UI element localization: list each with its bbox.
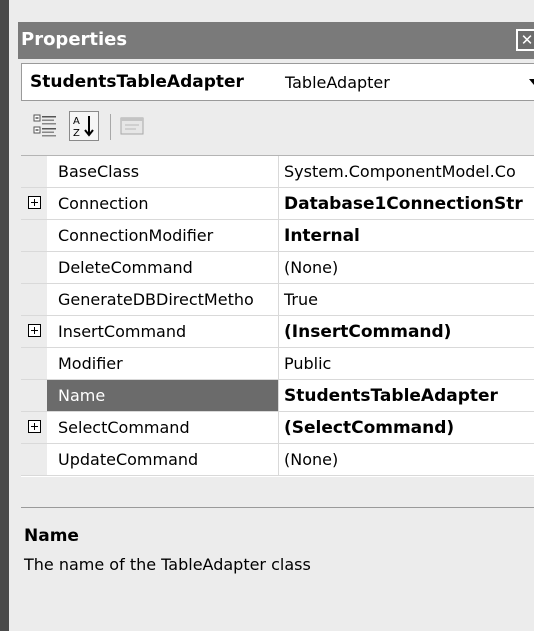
property-name: DeleteCommand bbox=[58, 258, 193, 277]
property-value[interactable]: (InsertCommand) bbox=[278, 316, 534, 347]
row-gutter bbox=[21, 316, 47, 347]
property-name: UpdateCommand bbox=[58, 450, 199, 469]
property-row[interactable]: ConnectionModifier Internal bbox=[21, 220, 534, 252]
property-value[interactable]: Internal bbox=[278, 220, 534, 251]
svg-text:A: A bbox=[73, 116, 80, 127]
chevron-down-icon[interactable] bbox=[529, 79, 534, 85]
window-title: Properties bbox=[21, 29, 128, 50]
property-grid: BaseClass System.ComponentModel.Co Connect… bbox=[21, 155, 534, 477]
property-value[interactable]: (None) bbox=[278, 252, 534, 283]
properties-window: Properties ✕ StudentsTableAdapter TableA… bbox=[0, 0, 534, 631]
property-name: Name bbox=[47, 380, 278, 411]
property-value[interactable]: (SelectCommand) bbox=[278, 412, 534, 443]
property-name: InsertCommand bbox=[58, 322, 187, 341]
title-bar[interactable]: Properties ✕ bbox=[18, 22, 534, 59]
description-pane: Name The name of the TableAdapter class bbox=[21, 507, 534, 631]
property-value[interactable]: StudentsTableAdapter bbox=[278, 380, 534, 411]
property-name: BaseClass bbox=[58, 162, 140, 181]
object-selector-dropdown[interactable]: StudentsTableAdapter TableAdapter bbox=[21, 63, 534, 101]
property-name: Modifier bbox=[58, 354, 123, 373]
property-row[interactable]: SelectCommand (SelectCommand) bbox=[21, 412, 534, 444]
row-gutter bbox=[21, 444, 47, 475]
alphabetical-button[interactable]: A Z bbox=[69, 111, 99, 141]
row-gutter bbox=[21, 412, 47, 443]
property-row[interactable]: DeleteCommand (None) bbox=[21, 252, 534, 284]
property-row[interactable]: GenerateDBDirectMetho True bbox=[21, 284, 534, 316]
property-value[interactable]: (None) bbox=[278, 444, 534, 475]
property-row[interactable]: Name StudentsTableAdapter bbox=[21, 380, 534, 412]
object-type: TableAdapter bbox=[285, 73, 390, 92]
expand-plus-icon[interactable] bbox=[28, 420, 41, 433]
close-button[interactable]: ✕ bbox=[516, 29, 534, 51]
property-row[interactable]: UpdateCommand (None) bbox=[21, 444, 534, 476]
property-name: ConnectionModifier bbox=[58, 226, 214, 245]
row-gutter bbox=[21, 348, 47, 379]
properties-toolbar: A Z bbox=[21, 106, 534, 148]
row-gutter bbox=[21, 156, 47, 187]
categorized-icon bbox=[33, 114, 56, 137]
property-name: SelectCommand bbox=[58, 418, 190, 437]
row-gutter bbox=[21, 220, 47, 251]
property-pages-button[interactable] bbox=[118, 111, 148, 141]
property-value[interactable]: Database1ConnectionStr bbox=[278, 188, 534, 219]
description-title: Name bbox=[24, 526, 79, 546]
property-value[interactable]: Public bbox=[278, 348, 534, 379]
row-gutter bbox=[21, 252, 47, 283]
property-name: Connection bbox=[58, 194, 149, 213]
categorized-button[interactable] bbox=[32, 111, 62, 141]
property-name: GenerateDBDirectMetho bbox=[58, 290, 254, 309]
object-name: StudentsTableAdapter bbox=[30, 72, 244, 92]
property-value[interactable]: True bbox=[278, 284, 534, 315]
alphabetical-icon: A Z bbox=[73, 116, 94, 139]
property-pages-icon bbox=[120, 117, 144, 135]
property-row[interactable]: Modifier Public bbox=[21, 348, 534, 380]
description-text: The name of the TableAdapter class bbox=[24, 555, 311, 574]
expand-plus-icon[interactable] bbox=[28, 196, 41, 209]
property-row[interactable]: InsertCommand (InsertCommand) bbox=[21, 316, 534, 348]
close-icon: ✕ bbox=[520, 31, 534, 49]
svg-text:Z: Z bbox=[73, 128, 80, 139]
property-value[interactable]: System.ComponentModel.Co bbox=[278, 156, 534, 187]
row-gutter bbox=[21, 188, 47, 219]
property-row[interactable]: BaseClass System.ComponentModel.Co bbox=[21, 156, 534, 188]
property-row[interactable]: Connection Database1ConnectionStr bbox=[21, 188, 534, 220]
expand-plus-icon[interactable] bbox=[28, 324, 41, 337]
toolbar-separator bbox=[110, 114, 111, 140]
row-gutter bbox=[21, 380, 47, 411]
row-gutter bbox=[21, 284, 47, 315]
